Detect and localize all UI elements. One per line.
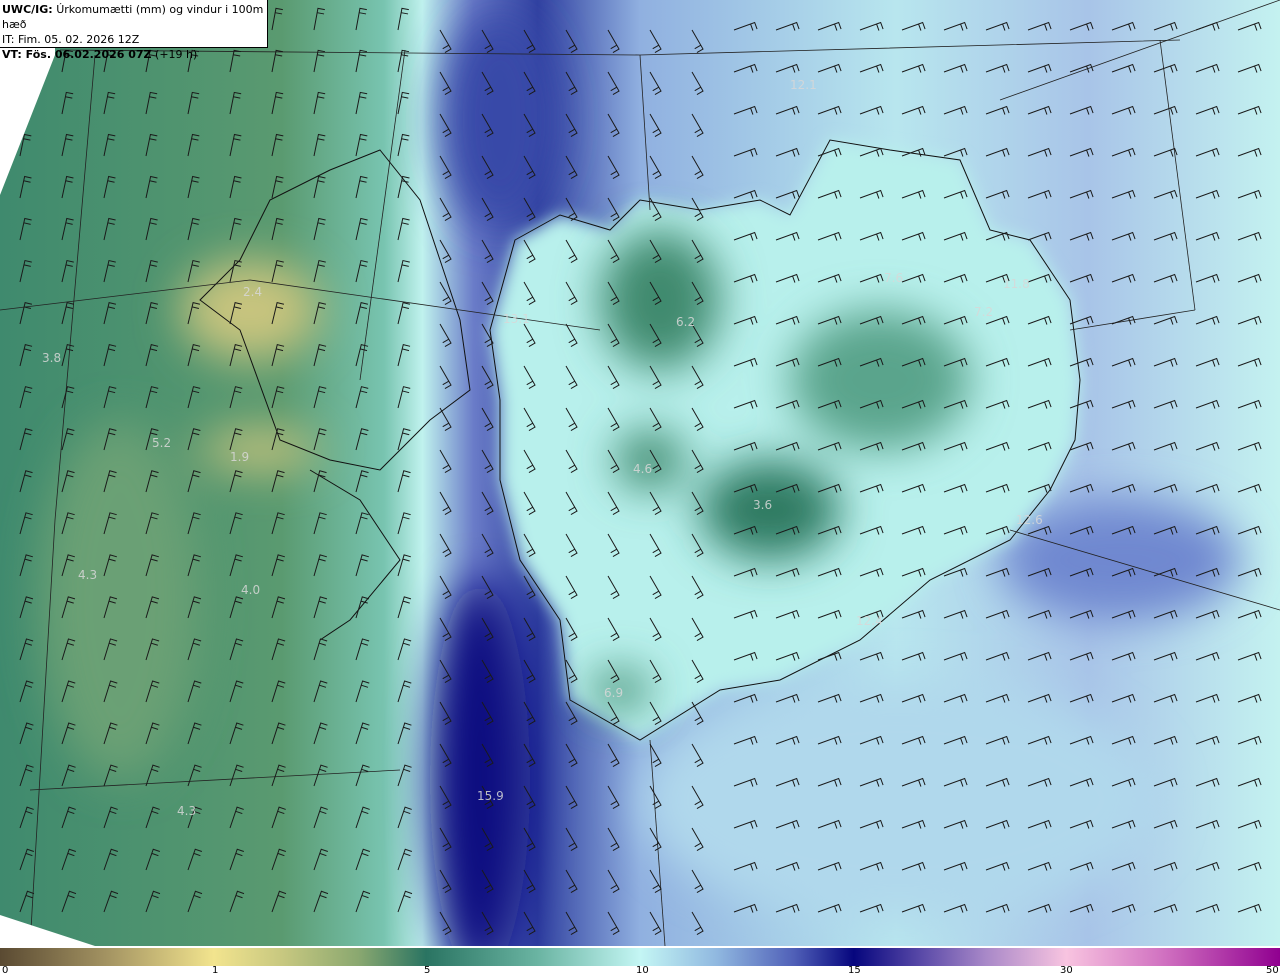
colorbar-tick-label: 50 — [1266, 965, 1279, 976]
map-value-label: 4.3 — [177, 804, 197, 818]
map-value-label: 3.8 — [42, 351, 62, 365]
colorbar-tick-label: 5 — [424, 965, 431, 976]
colorbar-tick-label: 15 — [848, 965, 861, 976]
map-value-label: 12.6 — [1016, 513, 1043, 527]
map-value-label: 7.6 — [884, 271, 904, 285]
map-value-label: 4.6 — [633, 462, 653, 476]
map-value-label: 12.4 — [856, 614, 883, 628]
map-value-label: 3.6 — [753, 498, 773, 512]
colorbar-tick-label: 30 — [1060, 965, 1073, 976]
lead-time: (+19 h) — [155, 48, 198, 61]
model-label: UWC/IG: — [2, 3, 53, 16]
map-value-label: 1.9 — [230, 450, 250, 464]
valid-time: VT: Fös. 06.02.2026 07Z — [2, 48, 152, 61]
colorbar-tick-label: 0 — [2, 965, 9, 976]
map-title-box: UWC/IG: Úrkomumætti (mm) og vindur i 100… — [0, 0, 268, 61]
map-value-label: 11.8 — [1003, 277, 1030, 291]
map-value-label: 13.1 — [503, 312, 530, 326]
map-value-label: 15.9 — [477, 789, 504, 803]
map-value-label: 4.0 — [241, 583, 261, 597]
map-value-label: 6.2 — [676, 315, 696, 329]
map-value-label: 5.2 — [152, 436, 172, 450]
map-value-label: 12.1 — [790, 78, 817, 92]
colorbar-tick-label: 10 — [636, 965, 649, 976]
colorbar — [0, 948, 1280, 966]
map-value-label: 2.4 — [243, 285, 263, 299]
map-value-label: 7.2 — [974, 305, 994, 319]
colorbar-tick-label: 1 — [212, 965, 219, 976]
init-time: IT: Fim. 05. 02. 2026 12Z — [2, 33, 140, 46]
map-value-label: 6.9 — [604, 686, 624, 700]
map-value-label: 4.3 — [78, 568, 98, 582]
